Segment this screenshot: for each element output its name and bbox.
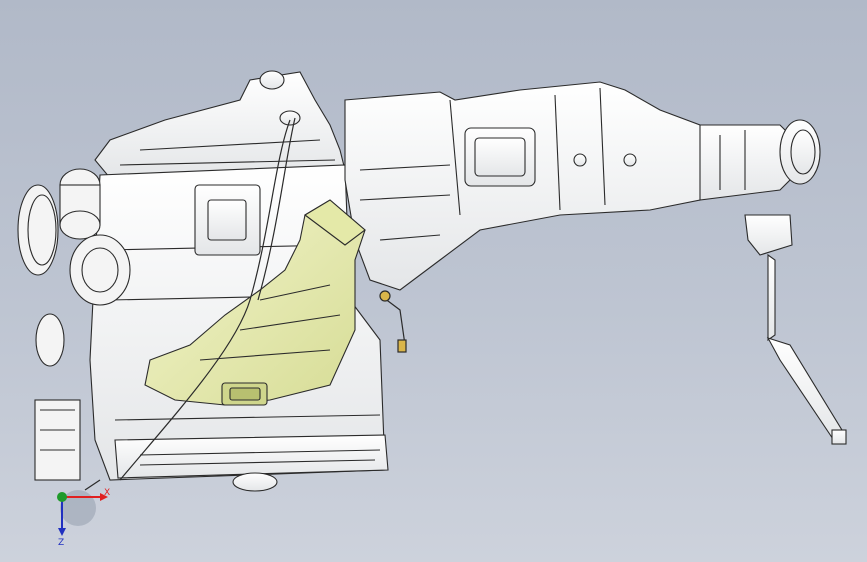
x-axis-label: X <box>104 488 110 498</box>
y-axis-dot <box>57 492 67 502</box>
z-axis-label: Z <box>58 538 64 548</box>
cad-viewport[interactable]: X Z <box>0 0 867 562</box>
coordinate-triad: X Z <box>57 488 110 548</box>
